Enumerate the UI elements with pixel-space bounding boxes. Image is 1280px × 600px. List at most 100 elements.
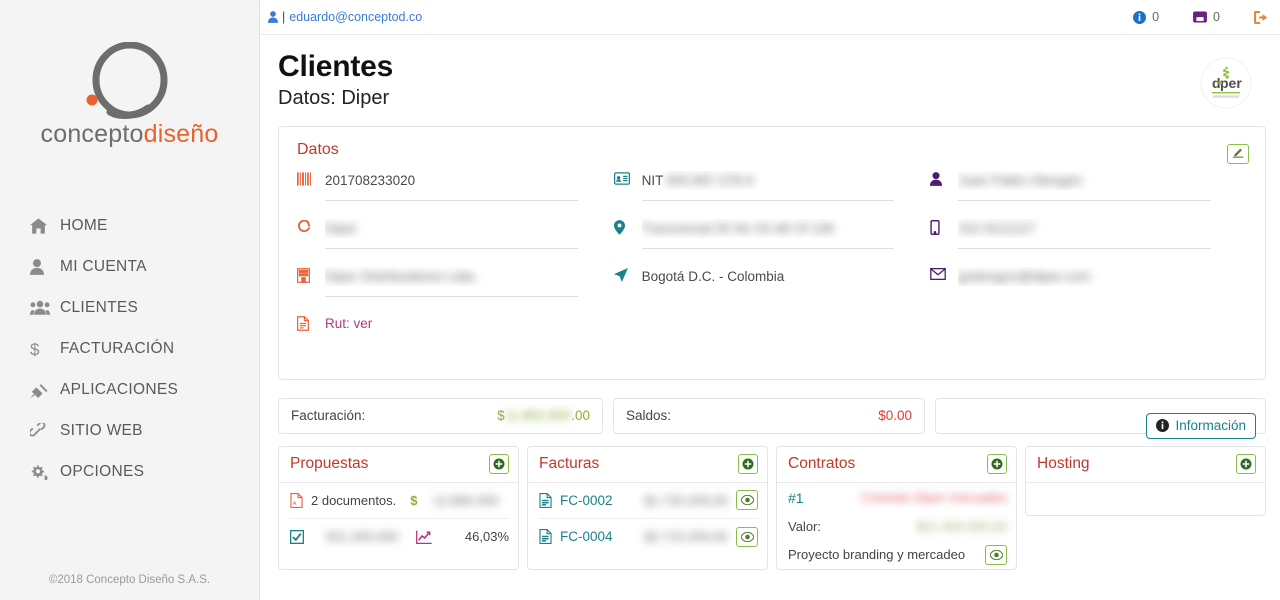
client-logo: d per [1200,57,1252,109]
notifications-indicator[interactable]: 0 [1133,10,1159,24]
sidebar-item-clientes[interactable]: CLIENTES [0,287,259,328]
mini-card-body: FC-0002 $1.720.200,00 FC-0004 $2.715.200… [528,483,767,555]
field-codigo: 201708233020 [297,171,614,219]
field-label: NIT [641,172,664,188]
svg-text:per: per [1220,75,1242,91]
factura-amount-redacted: $2.715.200,00 [644,529,728,544]
facturacion-decimals: .00 [571,408,590,423]
sidebar-item-label: HOME [60,216,108,234]
add-contrato-button[interactable] [987,454,1007,474]
contratos-card: Contratos #1 Contrato Diper mercadeo Val… [776,445,1017,570]
sidebar-item-sitio-web[interactable]: SITIO WEB [0,410,259,451]
add-factura-button[interactable] [738,454,758,474]
sidebar-item-aplicaciones[interactable]: APLICACIONES [0,369,259,410]
mini-card-title: Facturas [539,455,600,472]
field-value-redacted: 900.887.378-9 [666,172,754,188]
dollar-icon: $ [30,340,60,358]
sidebar-item-mi-cuenta[interactable]: MI CUENTA [0,246,259,287]
field-underline [325,295,578,297]
view-contrato-button[interactable] [985,544,1007,565]
brand-logo[interactable]: conceptodiseño [0,0,259,147]
add-hosting-button[interactable] [1236,454,1256,474]
page-title-block: Clientes Datos: Diper [278,51,1200,110]
edit-datos-button[interactable] [1227,143,1249,164]
topbar-actions: 0 0 [1133,10,1268,24]
field-body: 201708233020 [325,171,578,201]
person-icon [930,171,958,186]
contrato-valor-redacted: $21.400.000,00 [916,519,1007,534]
invoice-file-icon [539,529,552,544]
factura-link[interactable]: FC-0004 [560,529,613,544]
saldos-box: Saldos: $0.00 [613,397,925,434]
circle-notch-icon [297,219,325,235]
user-icon [30,258,60,275]
topbar: | eduardo@conceptod.co 0 0 [260,0,1280,35]
propuestas-card: Propuestas A 2 documentos. $ 12.860.000 [278,445,519,570]
propuestas-percentage: 46,03% [464,529,509,544]
mini-card-body: A 2 documentos. $ 12.860.000 921.200.000 [279,483,518,555]
field-rut[interactable]: Rut: ver [297,315,614,363]
inbox-icon [1193,11,1207,23]
view-factura-button[interactable] [736,526,758,547]
field-underline [325,247,578,249]
propuestas-amount-redacted: 12.860.000 [433,492,499,508]
field-value-redacted: Juan Pablo Obregón [958,172,1083,188]
factura-link[interactable]: FC-0002 [560,493,613,508]
datos-card: Datos 201708233020 NIT 900.887.378-9 Jua… [278,125,1266,380]
sidebar-item-facturacion[interactable]: $ FACTURACIÓN [0,328,259,369]
mini-card-body: #1 Contrato Diper mercadeo Valor: $21.40… [777,483,1016,569]
datos-card-title: Datos [297,140,339,158]
rut-link[interactable]: Rut: ver [325,316,372,331]
field-celular: 310 8211127 [930,219,1247,267]
brand-word-concepto: concepto [40,120,144,148]
field-body: Diper Distribuidores Ltda. [325,267,578,297]
sidebar-item-label: APLICACIONES [60,380,179,398]
list-item[interactable]: #1 Contrato Diper mercadeo [788,483,1007,513]
field-nit: NIT 900.887.378-9 [613,171,931,219]
list-item[interactable]: FC-0004 $2.715.200,00 [539,519,758,555]
field-value-redacted: 310 8211127 [958,220,1036,236]
users-icon [30,300,60,315]
eye-icon [740,531,754,542]
saldos-label: Saldos: [626,408,672,423]
field-value: 310 8211127 [958,219,1211,238]
main-content: | eduardo@conceptod.co 0 0 Clientes Dato… [260,0,1280,600]
concepto-logo-mark [86,42,168,119]
datos-fields-grid: 201708233020 NIT 900.887.378-9 Juan Pabl… [297,171,1247,363]
contrato-descripcion: Proyecto branding y mercadeo [788,547,966,562]
messages-indicator[interactable]: 0 [1193,10,1220,24]
list-item[interactable]: Proyecto branding y mercadeo [788,541,1007,569]
user-icon [268,11,278,23]
view-factura-button[interactable] [736,490,758,510]
link-icon [30,422,60,439]
facturacion-box: Facturación: $11.862.800.00 [278,397,603,434]
sidebar-item-home[interactable]: HOME [0,205,259,246]
field-razon-social: Diper Distribuidores Ltda. [297,267,614,315]
propuestas-aprobado-redacted: 921.200.000 [326,529,399,544]
notifications-count: 0 [1152,10,1160,24]
summary-row: Facturación: $11.862.800.00 Saldos: $0.0… [278,397,1266,439]
add-propuesta-button[interactable] [489,454,509,474]
field-body: NIT 900.887.378-9 [641,171,895,201]
field-body: Juan Pablo Obregón [958,171,1211,201]
list-item[interactable]: 921.200.000 46,03% [290,519,509,555]
field-value-redacted: Transversal 93 No 53-48 Of 106 [641,220,835,236]
pdf-file-icon: A [290,492,303,508]
informacion-box: Información [935,397,1266,439]
field-body: Bogotá D.C. - Colombia [642,267,895,286]
hosting-card: Hosting [1025,445,1266,516]
mini-card-title: Propuestas [290,455,369,472]
logout-button[interactable] [1254,10,1268,24]
mini-card-title: Contratos [788,455,856,472]
field-underline [641,199,895,201]
list-item[interactable]: A 2 documentos. $ 12.860.000 [290,483,509,519]
field-value-redacted: Diper Distribuidores Ltda. [325,268,478,284]
contrato-number: #1 [788,489,804,506]
field-value: jpobregon@diper.com [958,267,1211,286]
informacion-button[interactable]: Información [1146,412,1256,439]
field-underline [641,247,895,249]
field-value: Diper Distribuidores Ltda. [325,267,578,286]
topbar-user-email[interactable]: eduardo@conceptod.co [289,10,422,24]
list-item[interactable]: FC-0002 $1.720.200,00 [539,483,758,519]
sidebar-item-opciones[interactable]: OPCIONES [0,451,259,492]
